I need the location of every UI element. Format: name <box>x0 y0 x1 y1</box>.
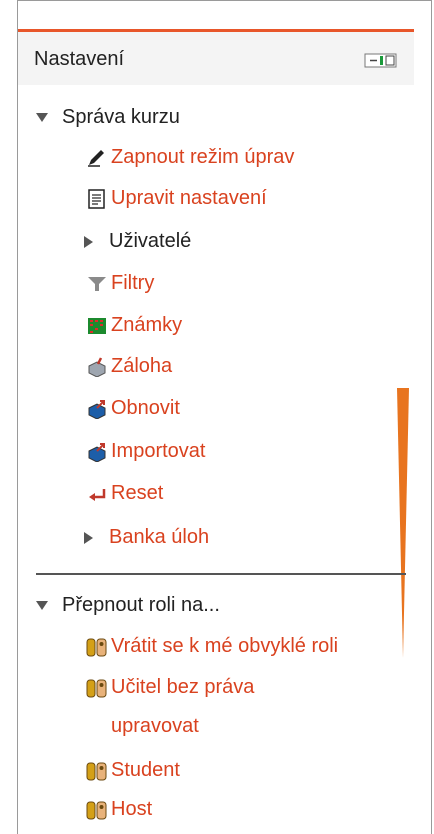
item-label[interactable]: Zapnout režim úprav <box>111 146 294 169</box>
section-course-admin[interactable]: Správa kurzu <box>36 106 180 129</box>
dock-block-icon[interactable] <box>364 53 398 68</box>
item-question-bank[interactable]: Banka úloh <box>84 526 209 549</box>
role-users-icon <box>86 679 107 697</box>
section-label: Přepnout roli na... <box>62 594 220 616</box>
role-item-normal[interactable]: Vrátit se k mé obvyklé roli <box>86 635 338 658</box>
role-item-teacher[interactable]: Učitel bez práva <box>86 676 254 699</box>
collapse-arrow-icon <box>36 601 48 610</box>
item-label[interactable]: Vrátit se k mé obvyklé roli <box>111 635 338 658</box>
item-label: Uživatelé <box>109 230 192 252</box>
settings-document-icon <box>88 188 105 209</box>
item-reset[interactable]: Reset <box>86 482 163 505</box>
item-import[interactable]: Importovat <box>86 440 205 463</box>
item-label[interactable]: Upravit nastavení <box>111 187 267 210</box>
section-switch-role[interactable]: Přepnout roli na... <box>36 594 220 617</box>
item-label[interactable]: Banka úloh <box>109 526 209 549</box>
item-restore[interactable]: Obnovit <box>86 397 180 420</box>
item-label[interactable]: Importovat <box>111 440 205 463</box>
item-label[interactable]: Reset <box>111 482 163 505</box>
role-item-student[interactable]: Student <box>86 759 180 782</box>
item-label[interactable]: upravovat <box>111 715 199 738</box>
restore-box-icon <box>88 399 106 419</box>
item-label[interactable]: Student <box>111 759 180 782</box>
expand-arrow-icon <box>84 235 93 248</box>
item-edit-mode[interactable]: Zapnout režim úprav <box>86 146 294 169</box>
role-users-icon <box>86 638 107 656</box>
item-backup[interactable]: Záloha <box>86 355 172 378</box>
item-users[interactable]: Uživatelé <box>84 230 191 253</box>
item-label[interactable]: Učitel bez práva <box>111 676 254 699</box>
item-edit-settings[interactable]: Upravit nastavení <box>86 187 267 210</box>
item-label[interactable]: Záloha <box>111 355 172 378</box>
block-header: Nastavení <box>18 29 414 85</box>
role-item-guest[interactable]: Host <box>86 798 152 821</box>
expand-arrow-icon <box>84 531 93 544</box>
section-divider <box>36 573 406 575</box>
item-label[interactable]: Filtry <box>111 272 154 295</box>
item-filters[interactable]: Filtry <box>86 272 154 295</box>
reset-arrow-icon <box>89 488 106 501</box>
filter-funnel-icon <box>88 276 106 291</box>
role-item-teacher-line2[interactable]: upravovat <box>111 715 199 738</box>
block-title: Nastavení <box>34 48 125 70</box>
collapse-arrow-icon <box>36 113 48 122</box>
role-users-icon <box>86 801 107 819</box>
role-users-icon <box>86 762 107 780</box>
grades-table-icon <box>88 317 106 334</box>
item-label[interactable]: Host <box>111 798 152 821</box>
item-label[interactable]: Obnovit <box>111 397 180 420</box>
edit-pencil-icon <box>88 149 104 167</box>
import-box-icon <box>88 442 106 462</box>
annotation-arrow-icon <box>397 388 409 658</box>
item-label[interactable]: Známky <box>111 314 182 337</box>
item-grades[interactable]: Známky <box>86 314 182 337</box>
backup-box-icon <box>88 356 106 377</box>
section-label: Správa kurzu <box>62 106 180 128</box>
